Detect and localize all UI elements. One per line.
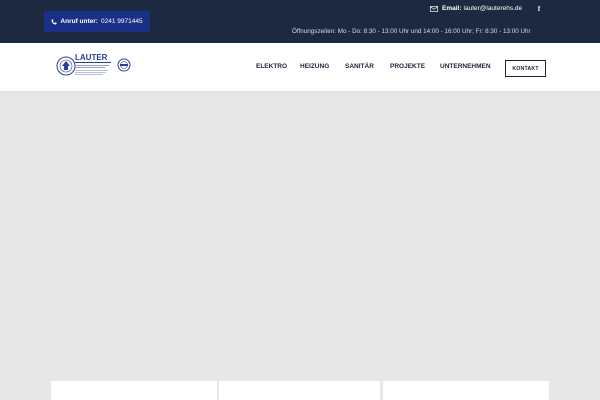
site-header: LAUTER ELEKTRO HEIZUNG SANITÄR PROJEKTE … — [0, 43, 600, 92]
mail-icon — [430, 5, 438, 12]
email-contact[interactable]: Email: lauter@lauterehs.de — [430, 5, 522, 12]
company-logo[interactable]: LAUTER — [56, 52, 132, 80]
service-card[interactable] — [219, 381, 380, 400]
nav-item-projekte[interactable]: PROJEKTE — [390, 63, 425, 70]
call-number[interactable]: 0241 9971445 — [101, 18, 143, 25]
nav-item-unternehmen[interactable]: UNTERNEHMEN — [440, 63, 491, 70]
nav-item-heizung[interactable]: HEIZUNG — [300, 63, 329, 70]
top-bar: Anruf unter: 0241 9971445 Email: lauter@… — [0, 0, 600, 43]
facebook-icon[interactable]: f — [536, 5, 542, 13]
service-card[interactable] — [383, 381, 549, 400]
call-label: Anruf unter: — [60, 18, 98, 25]
kontakt-button[interactable]: KONTAKT — [505, 60, 546, 77]
phone-icon — [51, 18, 57, 25]
service-card[interactable] — [51, 381, 217, 400]
nav-item-elektro[interactable]: ELEKTRO — [256, 63, 287, 70]
hero-section — [0, 93, 600, 400]
email-address[interactable]: lauter@lauterehs.de — [464, 5, 523, 12]
logo-wordmark: LAUTER — [75, 53, 108, 62]
nav-item-sanitaer[interactable]: SANITÄR — [345, 63, 374, 70]
email-label: Email: — [442, 5, 462, 12]
opening-hours: Öffnungszeiten: Mo - Do: 8:30 - 13:00 Uh… — [292, 28, 531, 35]
call-button[interactable]: Anruf unter: 0241 9971445 — [44, 11, 150, 32]
